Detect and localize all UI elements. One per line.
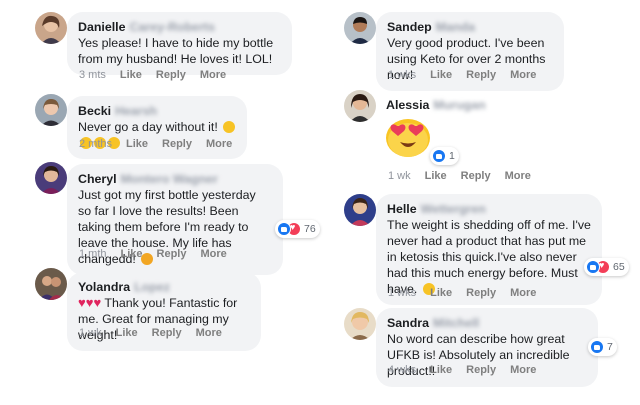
like-reaction-icon (590, 340, 604, 354)
avatar[interactable] (344, 308, 376, 340)
like-button[interactable]: Like (430, 69, 452, 81)
author-surname-blurred: Montero Wagner (120, 172, 218, 186)
more-button[interactable]: More (196, 327, 222, 339)
timestamp[interactable]: 1 mth (79, 248, 107, 260)
comment-sandep: Sandep Manda Very good product. I've been… (344, 12, 614, 91)
avatar[interactable] (344, 194, 376, 226)
hearts-emoji-icon: ♥♥♥ (78, 295, 102, 310)
comment-cheryl: Cheryl Montero Wagner Just got my first b… (35, 162, 325, 275)
reply-button[interactable]: Reply (466, 364, 496, 376)
comment-actions: 1 wk Like Reply More (79, 327, 236, 340)
more-button[interactable]: More (206, 138, 232, 150)
author-surname-blurred: Murugan (433, 98, 486, 112)
comment-sandra: Sandra Mitchell No word can describe how … (344, 308, 617, 388)
comment-text: The weight is shedding off of me. I've n… (387, 218, 591, 296)
timestamp[interactable]: 2 mths (79, 138, 112, 150)
comment-actions: 3 mts Like Reply More (79, 69, 240, 82)
timestamp[interactable]: 1 wks (388, 287, 416, 299)
like-reaction-icon (432, 149, 446, 163)
reaction-summary[interactable]: 76 (275, 220, 320, 238)
author-name[interactable]: Sandep (387, 20, 432, 34)
comment-alessia: Alessia Murugan 1 1 wk Like Reply More (344, 90, 614, 185)
author-name[interactable]: Alessia (386, 98, 429, 112)
comment-text: Yes please! I have to hide my bottle fro… (78, 36, 274, 66)
reply-button[interactable]: Reply (152, 327, 182, 339)
timestamp[interactable]: 1 wks (388, 69, 416, 81)
timestamp[interactable]: 1 wk (388, 170, 411, 182)
author-surname-blurred: Lopez (134, 280, 170, 294)
like-button[interactable]: Like (116, 327, 138, 339)
comment-actions: 2 mths Like Reply More (79, 138, 246, 151)
like-reaction-icon (586, 260, 600, 274)
comment-bubble: Danielle Carey-Roberts Yes please! I have… (67, 12, 292, 75)
author-name[interactable]: Becki (78, 104, 111, 118)
like-button[interactable]: Like (430, 364, 452, 376)
reply-button[interactable]: Reply (157, 248, 187, 260)
reaction-summary[interactable]: 7 (588, 338, 617, 356)
like-reaction-icon (277, 222, 291, 236)
reaction-count: 65 (613, 261, 625, 273)
comment-text: Never go a day without it! (78, 120, 218, 134)
avatar[interactable] (35, 12, 67, 44)
comment-actions: 1 wks Like Reply More (388, 69, 550, 82)
reaction-summary[interactable]: 65 (584, 258, 629, 276)
more-button[interactable]: More (510, 287, 536, 299)
author-name[interactable]: Danielle (78, 20, 126, 34)
like-button[interactable]: Like (121, 248, 143, 260)
more-button[interactable]: More (505, 170, 531, 182)
more-button[interactable]: More (510, 364, 536, 376)
more-button[interactable]: More (200, 69, 226, 81)
reaction-count: 76 (304, 223, 316, 235)
author-name[interactable]: Sandra (387, 316, 429, 330)
reply-button[interactable]: Reply (156, 69, 186, 81)
more-button[interactable]: More (510, 69, 536, 81)
timestamp[interactable]: 4 wks (388, 364, 416, 376)
avatar[interactable] (35, 162, 67, 194)
comment-actions: 1 wk Like Reply More (388, 170, 545, 183)
reaction-count: 1 (449, 150, 455, 162)
like-button[interactable]: Like (425, 170, 447, 182)
author-surname-blurred: Wettergren (420, 202, 486, 216)
timestamp[interactable]: 1 wk (79, 327, 102, 339)
author-name[interactable]: Yolandra (78, 280, 130, 294)
author-surname-blurred: Mitchell (433, 316, 480, 330)
comment-becki: Becki Hearsh Never go a day without it! 2… (35, 94, 295, 159)
avatar[interactable] (35, 94, 67, 126)
reaction-count: 7 (607, 341, 613, 353)
like-button[interactable]: Like (120, 69, 142, 81)
author-surname-blurred: Carey-Roberts (129, 20, 215, 34)
comment-danielle: Danielle Carey-Roberts Yes please! I have… (35, 12, 295, 92)
like-button[interactable]: Like (430, 287, 452, 299)
comment-actions: 1 wks Like Reply More (388, 287, 550, 300)
more-button[interactable]: More (201, 248, 227, 260)
author-name[interactable]: Cheryl (78, 172, 117, 186)
avatar[interactable] (344, 90, 376, 122)
comment-helle: Helle Wettergren The weight is shedding o… (344, 194, 634, 305)
reply-button[interactable]: Reply (162, 138, 192, 150)
avatar[interactable] (344, 12, 376, 44)
timestamp[interactable]: 3 mts (79, 69, 106, 81)
author-surname-blurred: Hearsh (115, 104, 158, 118)
author-surname-blurred: Manda (435, 20, 476, 34)
like-button[interactable]: Like (126, 138, 148, 150)
heart-eyes-emoji-icon (384, 116, 432, 163)
reply-button[interactable]: Reply (466, 69, 496, 81)
avatar[interactable] (35, 268, 67, 300)
comment-yolandra: Yolandra Lopez ♥♥♥ Thank you! Fantastic f… (35, 268, 295, 351)
author-name[interactable]: Helle (387, 202, 417, 216)
reaction-summary[interactable]: 1 (430, 147, 459, 165)
reply-button[interactable]: Reply (461, 170, 491, 182)
comment-actions: 1 mth Like Reply More (79, 248, 241, 261)
reply-button[interactable]: Reply (466, 287, 496, 299)
comment-actions: 4 wks Like Reply More (388, 364, 550, 377)
